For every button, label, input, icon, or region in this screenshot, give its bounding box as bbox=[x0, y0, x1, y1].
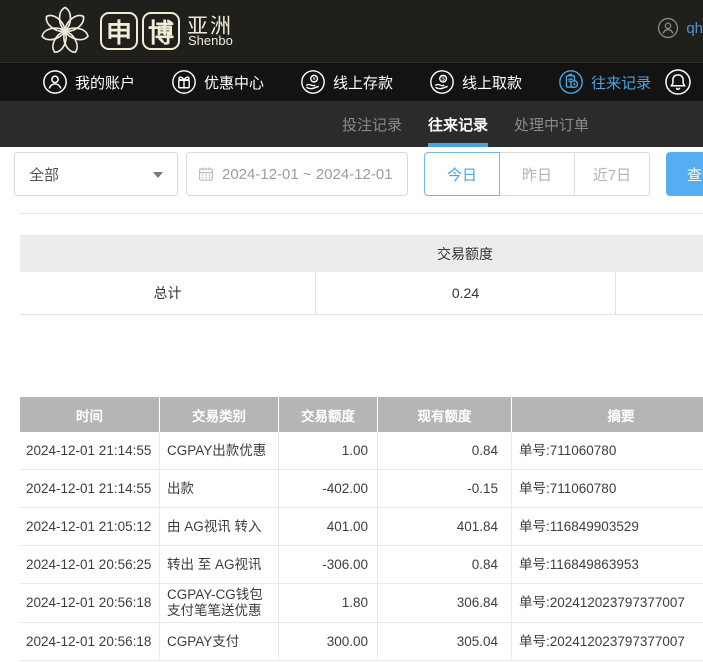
col-header-balance: 现有额度 bbox=[377, 397, 511, 432]
cell-note: 单号:116849863953 bbox=[511, 546, 703, 583]
nav-item-label: 线上取款 bbox=[462, 72, 522, 93]
today-button[interactable]: 今日 bbox=[424, 152, 500, 196]
cell-note: 单号:711060780 bbox=[511, 432, 703, 469]
logo-char-bo: 博 bbox=[142, 12, 180, 50]
cell-time: 2024-12-01 20:56:18 bbox=[20, 584, 159, 622]
calendar-icon bbox=[198, 166, 214, 182]
gift-icon bbox=[171, 69, 197, 95]
nav-item-promotions[interactable]: 优惠中心 bbox=[171, 69, 264, 95]
cell-balance: 0.84 bbox=[377, 546, 511, 583]
table-row: 2024-12-01 21:14:55出款-402.00-0.15单号:7110… bbox=[20, 470, 703, 508]
cell-type: 转出 至 AG视讯 bbox=[159, 546, 278, 583]
cell-type: 出款 bbox=[159, 470, 278, 507]
filter-bar: 全部 2024-12-01 ~ 2024-12-01 今日 昨日 近7日 查询 bbox=[0, 152, 703, 196]
username: qh bbox=[686, 20, 703, 37]
cell-time: 2024-12-01 21:05:12 bbox=[20, 508, 159, 545]
cell-balance: 401.84 bbox=[377, 508, 511, 545]
cell-balance: 305.04 bbox=[377, 623, 511, 660]
deposit-icon: ¥ bbox=[300, 69, 326, 95]
summary-header-row: 交易额度 bbox=[20, 235, 703, 272]
main-nav: 我的账户 优惠中心 ¥ 线上存款 bbox=[0, 62, 703, 101]
table-row: 2024-12-01 21:05:12由 AG视讯 转入401.00401.84… bbox=[20, 508, 703, 546]
table-row: 2024-12-01 20:56:18CGPAY支付300.00305.04单号… bbox=[20, 623, 703, 661]
summary-total-row: 总计 0.24 bbox=[20, 272, 703, 315]
cell-type: CGPAY出款优惠 bbox=[159, 432, 278, 469]
date-range-input[interactable]: 2024-12-01 ~ 2024-12-01 bbox=[186, 152, 408, 196]
cell-note: 单号:202412023797377007 bbox=[511, 623, 703, 660]
user-avatar-icon bbox=[657, 17, 679, 39]
account-icon bbox=[42, 69, 68, 95]
tab-transaction-records[interactable]: 往来记录 bbox=[428, 101, 488, 147]
nav-item-deposit[interactable]: ¥ 线上存款 bbox=[300, 69, 393, 95]
nav-item-label: 往来记录 bbox=[591, 72, 651, 93]
notifications-button[interactable] bbox=[664, 68, 692, 96]
cell-balance: -0.15 bbox=[377, 470, 511, 507]
cell-note: 单号:116849903529 bbox=[511, 508, 703, 545]
withdraw-icon: $ bbox=[429, 69, 455, 95]
cell-time: 2024-12-01 21:14:55 bbox=[20, 432, 159, 469]
logo-char-shen: 申 bbox=[100, 12, 138, 50]
cell-amount: 300.00 bbox=[278, 623, 377, 660]
nav-item-withdraw[interactable]: $ 线上取款 bbox=[429, 69, 522, 95]
tab-pending-orders[interactable]: 处理中订单 bbox=[514, 101, 589, 147]
bell-icon bbox=[664, 68, 692, 96]
flower-logo-icon bbox=[36, 3, 94, 59]
section-divider bbox=[18, 213, 703, 214]
cell-type: CGPAY-CG钱包支付笔笔送优惠 bbox=[159, 584, 278, 622]
date-range-value: 2024-12-01 ~ 2024-12-01 bbox=[222, 166, 393, 183]
col-header-amount: 交易额度 bbox=[278, 397, 377, 432]
quick-range-buttons: 今日 昨日 近7日 bbox=[424, 152, 650, 196]
summary-total-value: 0.24 bbox=[315, 272, 615, 314]
cell-time: 2024-12-01 20:56:18 bbox=[20, 623, 159, 660]
cell-note: 单号:711060780 bbox=[511, 470, 703, 507]
type-select[interactable]: 全部 bbox=[14, 152, 178, 196]
tab-betting-records[interactable]: 投注记录 bbox=[342, 101, 402, 147]
records-icon bbox=[558, 69, 584, 95]
table-row: 2024-12-01 20:56:25转出 至 AG视讯-306.000.84单… bbox=[20, 546, 703, 584]
logo-subtitle: Shenbo bbox=[188, 33, 233, 48]
summary-table: 交易额度 总计 0.24 bbox=[20, 235, 703, 315]
type-select-value: 全部 bbox=[29, 164, 59, 185]
nav-item-records[interactable]: 往来记录 bbox=[558, 69, 651, 95]
last7days-button[interactable]: 近7日 bbox=[574, 152, 650, 196]
col-header-note: 摘要 bbox=[511, 397, 703, 432]
cell-note: 单号:202412023797377007 bbox=[511, 584, 703, 622]
nav-item-account[interactable]: 我的账户 bbox=[42, 69, 135, 95]
summary-header-label: 交易额度 bbox=[315, 244, 615, 264]
cell-balance: 0.84 bbox=[377, 432, 511, 469]
nav-item-label: 我的账户 bbox=[75, 72, 135, 93]
table-header: 时间 交易类别 交易额度 现有额度 摘要 bbox=[20, 397, 703, 432]
summary-empty-cell bbox=[615, 272, 703, 314]
cell-amount: -402.00 bbox=[278, 470, 377, 507]
cell-balance: 306.84 bbox=[377, 584, 511, 622]
search-button[interactable]: 查询 bbox=[666, 152, 703, 196]
caret-down-icon bbox=[153, 172, 163, 178]
yesterday-button[interactable]: 昨日 bbox=[499, 152, 575, 196]
table-body: 2024-12-01 21:14:55CGPAY出款优惠1.000.84单号:7… bbox=[20, 432, 703, 661]
nav-item-label: 优惠中心 bbox=[204, 72, 264, 93]
brand-header: 申 博 亚洲 Shenbo qh bbox=[0, 0, 703, 62]
cell-time: 2024-12-01 20:56:25 bbox=[20, 546, 159, 583]
transactions-table: 时间 交易类别 交易额度 现有额度 摘要 2024-12-01 21:14:55… bbox=[20, 397, 703, 661]
cell-amount: 401.00 bbox=[278, 508, 377, 545]
cell-type: CGPAY支付 bbox=[159, 623, 278, 660]
summary-total-label: 总计 bbox=[20, 272, 315, 314]
table-row: 2024-12-01 20:56:18CGPAY-CG钱包支付笔笔送优惠1.80… bbox=[20, 584, 703, 623]
col-header-type: 交易类别 bbox=[159, 397, 278, 432]
table-row: 2024-12-01 21:14:55CGPAY出款优惠1.000.84单号:7… bbox=[20, 432, 703, 470]
cell-amount: 1.80 bbox=[278, 584, 377, 622]
cell-type: 由 AG视讯 转入 bbox=[159, 508, 278, 545]
cell-amount: 1.00 bbox=[278, 432, 377, 469]
nav-item-label: 线上存款 bbox=[333, 72, 393, 93]
cell-amount: -306.00 bbox=[278, 546, 377, 583]
col-header-time: 时间 bbox=[20, 397, 159, 432]
record-tabs: 投注记录 往来记录 处理中订单 bbox=[0, 101, 703, 147]
user-menu[interactable]: qh bbox=[657, 17, 703, 39]
cell-time: 2024-12-01 21:14:55 bbox=[20, 470, 159, 507]
